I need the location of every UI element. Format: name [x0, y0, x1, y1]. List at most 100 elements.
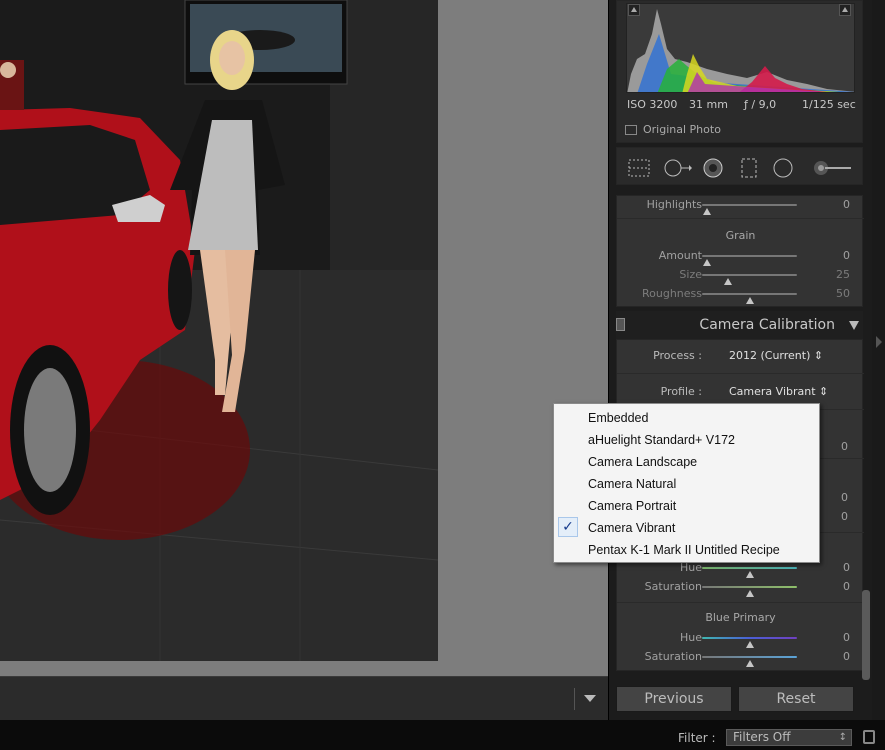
collapse-triangle-icon[interactable]: [849, 321, 859, 330]
develop-right-panel: ISO 3200 31 mm ƒ / 9,0 1/125 sec Origina…: [608, 0, 885, 720]
highlights-thumb[interactable]: [702, 208, 711, 215]
menu-item-label: Camera Portrait: [588, 499, 677, 513]
grain-roughness-thumb[interactable]: [745, 297, 754, 304]
exif-aperture: ƒ / 9,0: [744, 98, 777, 111]
filter-select-value: Filters Off: [733, 730, 791, 744]
menu-item-label: Embedded: [588, 411, 649, 425]
toolbar-divider: [574, 688, 575, 710]
grain-size-row: Size 25: [617, 266, 864, 285]
menu-item-camera-natural[interactable]: Camera Natural: [554, 472, 819, 494]
blue-hue-row: Hue 0: [617, 629, 864, 648]
blue-saturation-thumb[interactable]: [745, 660, 754, 667]
menu-item-camera-vibrant[interactable]: ✓ Camera Vibrant: [554, 516, 819, 538]
filter-select[interactable]: Filters Off: [726, 729, 852, 746]
blue-saturation-value[interactable]: 0: [843, 650, 850, 663]
original-photo-toggle[interactable]: Original Photo: [625, 123, 721, 136]
process-label: Process :: [653, 349, 702, 362]
green-hue-track[interactable]: [702, 567, 797, 578]
menu-item-label: Camera Vibrant: [588, 521, 676, 535]
highlights-value[interactable]: 0: [843, 198, 850, 211]
green-hue-thumb[interactable]: [745, 571, 754, 578]
grain-roughness-value[interactable]: 50: [836, 287, 850, 300]
exif-shutter: 1/125 sec: [802, 98, 856, 111]
shadows-tint-value[interactable]: 0: [841, 440, 848, 453]
red-saturation-value[interactable]: 0: [841, 510, 848, 523]
menu-item-label: Camera Natural: [588, 477, 677, 491]
blue-hue-label: Hue: [679, 631, 702, 644]
grain-size-track[interactable]: [702, 274, 797, 285]
blue-saturation-row: Saturation 0: [617, 648, 864, 667]
photo-preview[interactable]: [0, 0, 438, 661]
blue-hue-track[interactable]: [702, 637, 797, 648]
highlights-label: Highlights: [646, 198, 702, 211]
red-eye-correction-icon[interactable]: [701, 158, 725, 178]
checkmark-icon: ✓: [558, 517, 578, 537]
crop-overlay-icon[interactable]: [627, 158, 651, 178]
profile-dropdown-menu: Embedded aHuelight Standard+ V172 Camera…: [553, 403, 820, 563]
effects-panel: Highlights 0 Grain Amount 0 Size 25 Roug…: [616, 195, 864, 307]
right-panel-edge[interactable]: [872, 0, 885, 720]
green-saturation-thumb[interactable]: [745, 590, 754, 597]
spot-removal-icon[interactable]: [662, 158, 692, 178]
original-photo-label: Original Photo: [643, 123, 721, 136]
shadow-clipping-toggle[interactable]: [628, 4, 640, 16]
blue-hue-thumb[interactable]: [745, 641, 754, 648]
green-hue-value[interactable]: 0: [843, 561, 850, 574]
menu-item-pentax-k1-recipe[interactable]: Pentax K-1 Mark II Untitled Recipe: [554, 538, 819, 560]
grain-roughness-row: Roughness 50: [617, 285, 864, 304]
image-viewer[interactable]: [0, 0, 608, 676]
blue-saturation-label: Saturation: [644, 650, 702, 663]
blue-saturation-track[interactable]: [702, 656, 797, 667]
histogram-graph[interactable]: [626, 3, 855, 93]
panel-scrollbar[interactable]: [862, 590, 870, 680]
original-photo-checkbox[interactable]: [625, 124, 637, 135]
grain-size-value[interactable]: 25: [836, 268, 850, 281]
reset-button[interactable]: Reset: [738, 686, 854, 712]
grain-amount-row: Amount 0: [617, 247, 864, 266]
viewer-toolbar: [0, 676, 608, 720]
photo-illustration: [0, 0, 438, 661]
toolbar-menu-arrow-icon[interactable]: [584, 695, 596, 702]
process-select[interactable]: 2012 (Current) ⇕: [729, 349, 823, 362]
divider: [617, 218, 864, 219]
highlights-track[interactable]: [702, 204, 797, 215]
camera-calibration-header[interactable]: Camera Calibration: [616, 311, 863, 339]
filter-label: Filter :: [678, 731, 716, 745]
camera-calibration-title: Camera Calibration: [699, 317, 835, 333]
green-saturation-value[interactable]: 0: [843, 580, 850, 593]
menu-item-camera-landscape[interactable]: Camera Landscape: [554, 450, 819, 472]
menu-item-camera-portrait[interactable]: Camera Portrait: [554, 494, 819, 516]
menu-item-embedded[interactable]: Embedded: [554, 406, 819, 428]
grain-size-thumb[interactable]: [723, 278, 732, 285]
grain-amount-value[interactable]: 0: [843, 249, 850, 262]
green-saturation-track[interactable]: [702, 586, 797, 597]
grain-roughness-track[interactable]: [702, 293, 797, 304]
previous-button[interactable]: Previous: [616, 686, 732, 712]
grain-amount-label: Amount: [658, 249, 702, 262]
grain-amount-track[interactable]: [702, 255, 797, 266]
profile-select[interactable]: Camera Vibrant ⇕: [729, 385, 828, 398]
menu-item-label: Pentax K-1 Mark II Untitled Recipe: [588, 543, 780, 557]
filmstrip-filter-bar: Filter : Filters Off: [0, 720, 885, 750]
menu-item-label: Camera Landscape: [588, 455, 698, 469]
blue-hue-value[interactable]: 0: [843, 631, 850, 644]
grain-title: Grain: [725, 229, 756, 242]
grain-amount-thumb[interactable]: [702, 259, 711, 266]
blue-primary-title: Blue Primary: [705, 611, 776, 624]
radial-filter-icon[interactable]: [771, 158, 795, 178]
green-saturation-row: Saturation 0: [617, 578, 864, 597]
process-row: Process : 2012 (Current) ⇕: [617, 340, 864, 374]
red-hue-value[interactable]: 0: [841, 491, 848, 504]
exif-iso: ISO 3200: [627, 98, 678, 111]
highlight-clipping-toggle[interactable]: [839, 4, 851, 16]
profile-label: Profile :: [660, 385, 702, 398]
graduated-filter-icon[interactable]: [739, 158, 759, 178]
menu-item-ahuelight-standard[interactable]: aHuelight Standard+ V172: [554, 428, 819, 450]
filter-lock-icon[interactable]: [863, 730, 875, 744]
divider: [617, 602, 864, 603]
grain-size-label: Size: [679, 268, 702, 281]
grain-roughness-label: Roughness: [641, 287, 702, 300]
panel-switch-icon[interactable]: [616, 318, 625, 331]
histogram-panel: ISO 3200 31 mm ƒ / 9,0 1/125 sec Origina…: [616, 0, 863, 143]
adjustment-brush-icon[interactable]: [809, 158, 853, 178]
